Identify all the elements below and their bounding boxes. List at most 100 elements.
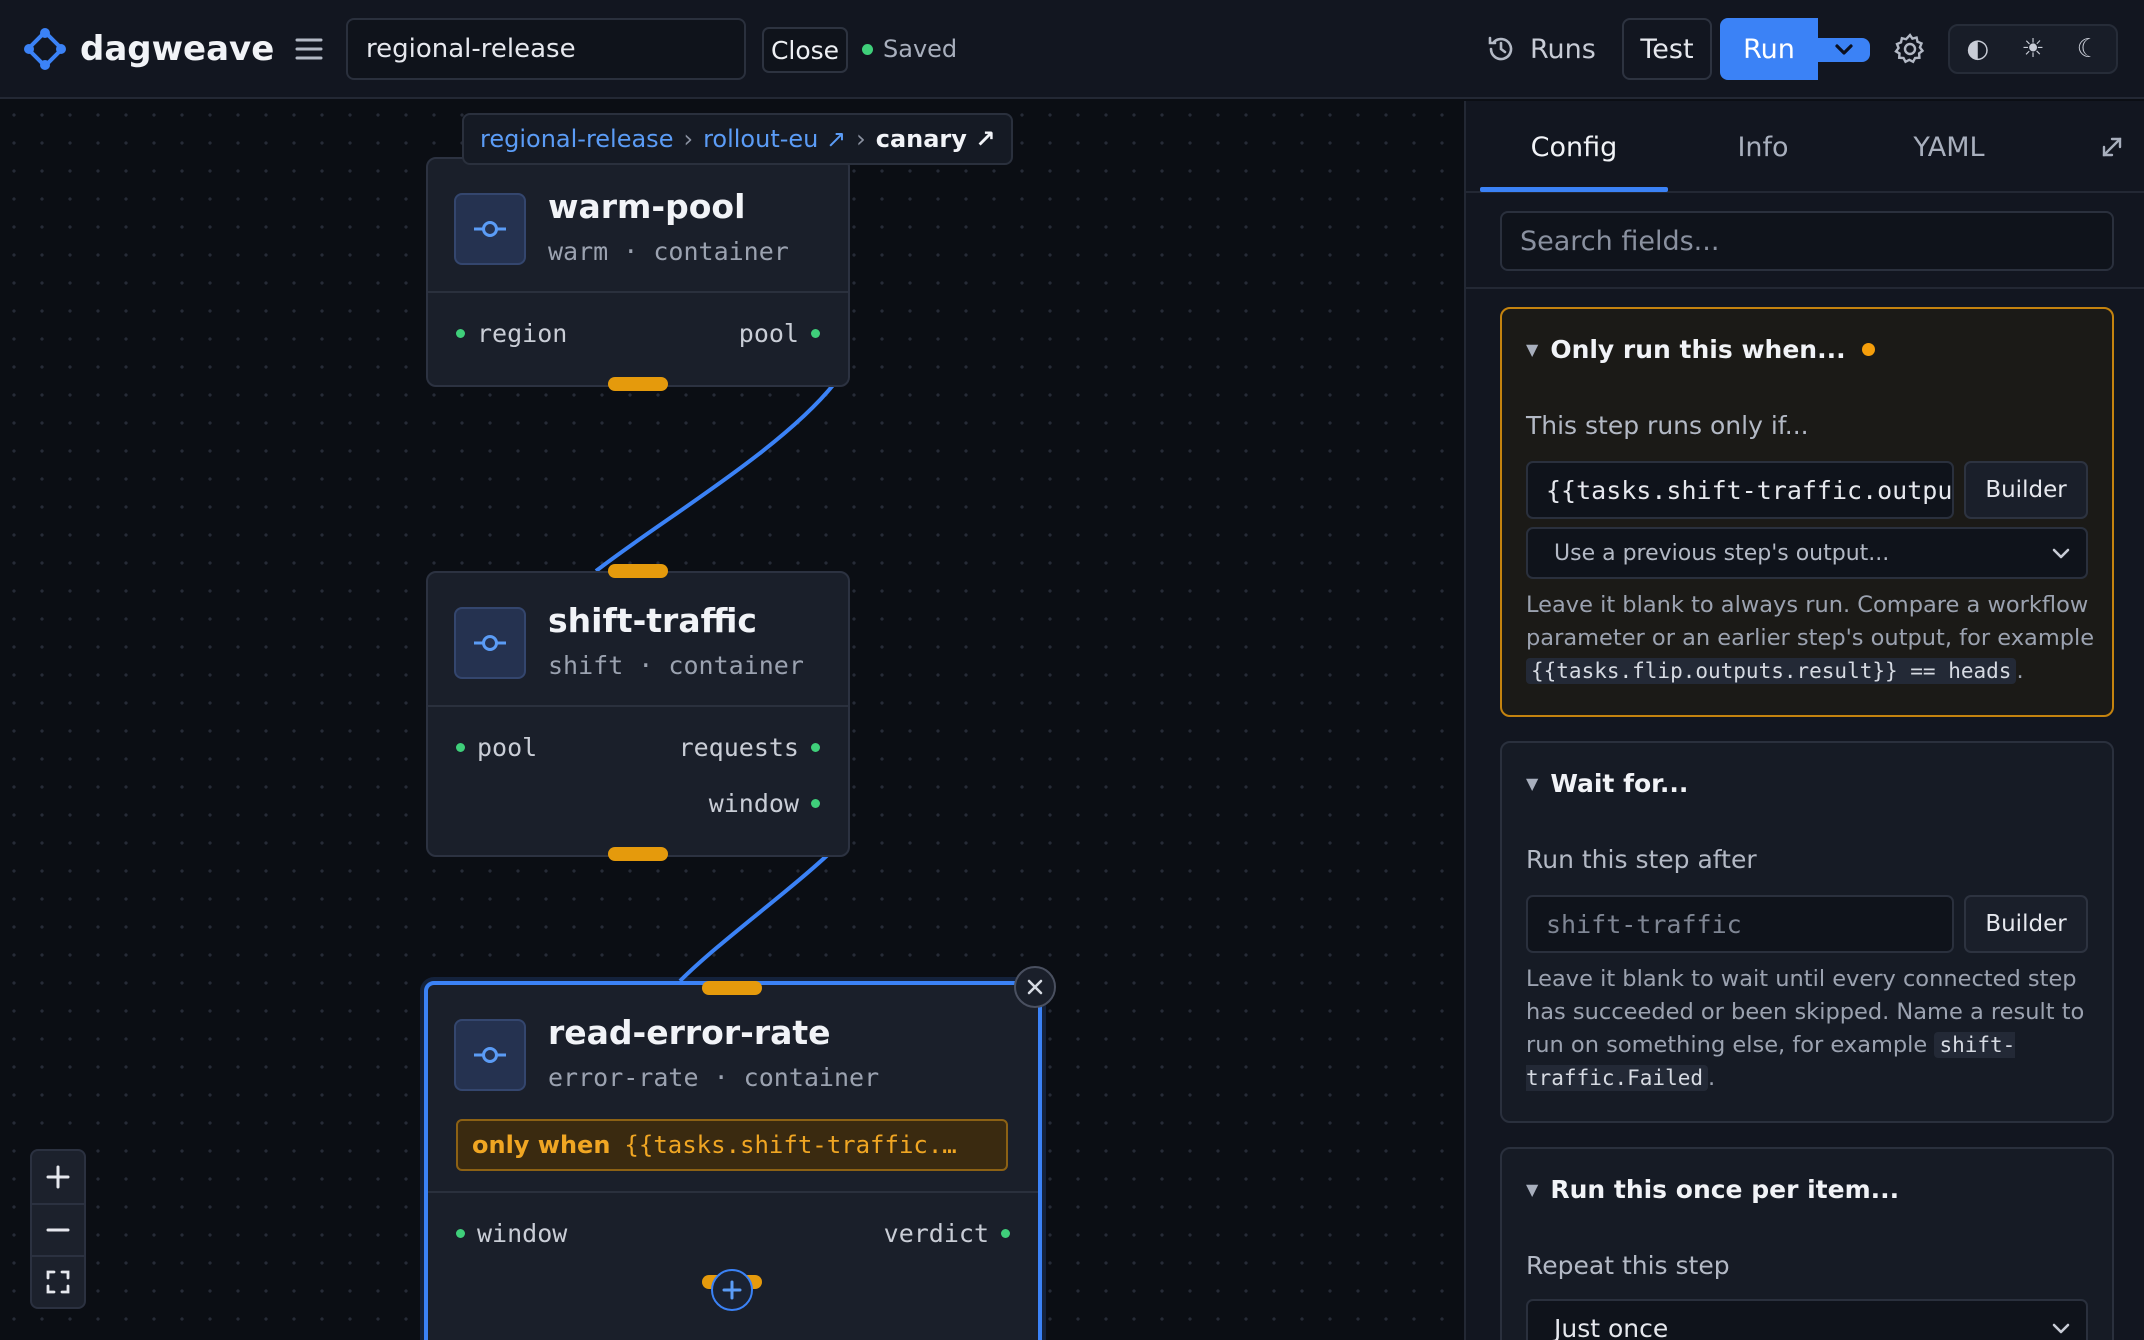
close-icon[interactable] [1014,966,1056,1008]
tab-yaml[interactable]: YAML [1866,101,2032,193]
breadcrumb-current[interactable]: canary ↗ [876,125,996,153]
input-handle[interactable] [702,981,762,995]
theme-light-icon[interactable]: ☀ [2009,34,2057,64]
output-port[interactable]: window [709,789,820,818]
help-code: {{tasks.flip.outputs.result}} == heads [1526,658,2017,684]
output-port[interactable]: pool [739,319,820,348]
select-placeholder: Use a previous step's output... [1554,540,1890,566]
brand-name[interactable]: dagweave [80,22,274,76]
repeat-select[interactable]: Just once [1526,1299,2088,1340]
chevron-down-icon [1835,44,1853,55]
output-port[interactable]: verdict [884,1219,1010,1248]
node-warm-pool[interactable]: warm-pool warm · container region pool [426,157,850,387]
port-dot-icon [811,329,820,338]
port-dot-icon [456,1229,465,1238]
chevron-down-icon [2052,548,2070,559]
close-button[interactable]: Close [762,27,848,73]
output-handle[interactable] [608,847,668,861]
node-header: warm-pool warm · container [428,159,848,293]
input-port[interactable]: window [456,1219,567,1248]
workflow-canvas[interactable]: regional-release › rollout-eu ↗ › canary… [0,101,1464,1340]
test-button[interactable]: Test [1622,18,1712,80]
node-title: shift-traffic [548,601,757,640]
port-label: requests [678,733,799,762]
search-fields-input[interactable] [1500,211,2114,271]
section-title: Only run this when... [1550,335,1846,364]
dagweave-logo-icon[interactable] [24,28,66,70]
warning-dot-icon [1861,343,1875,356]
port-label: window [477,1219,568,1248]
tab-info[interactable]: Info [1680,101,1846,193]
gear-icon[interactable] [1890,28,1930,70]
input-port[interactable]: pool [456,733,537,762]
loop-field-label: Repeat this step [1526,1251,1730,1280]
run-button[interactable]: Run [1720,18,1818,80]
wait-section-header[interactable]: ▼ Wait for... [1526,769,1688,798]
node-ports: region pool [428,293,848,385]
wait-field-label: Run this step after [1526,845,1757,874]
expand-icon[interactable] [2096,131,2128,163]
run-options-button[interactable] [1818,38,1870,62]
node-subtitle: shift · container [548,651,804,680]
field-search-row [1466,193,2144,289]
tab-config[interactable]: Config [1480,101,1668,193]
select-value: Just once [1554,1313,1669,1340]
section-title: Run this once per item... [1550,1175,1900,1204]
wait-for-input[interactable]: shift-traffic [1526,895,1954,953]
commit-node-icon [454,607,526,679]
theme-dark-icon[interactable]: ☾ [2064,34,2112,64]
help-text: Leave it blank to always run. Compare a … [1526,592,2095,651]
runs-button[interactable]: Runs [1486,24,1596,74]
breadcrumb-root[interactable]: regional-release [480,125,673,153]
breadcrumb-rollout-eu[interactable]: rollout-eu ↗ [703,125,846,153]
plus-icon [46,1165,70,1189]
output-handle[interactable] [608,377,668,391]
when-section-header[interactable]: ▼ Only run this when... [1526,335,1875,364]
collapse-triangle-icon: ▼ [1526,340,1539,359]
previous-output-select[interactable]: Use a previous step's output... [1526,527,2088,579]
hamburger-icon[interactable] [290,28,328,70]
loop-section-header[interactable]: ▼ Run this once per item... [1526,1175,1899,1204]
port-dot-icon [1001,1229,1010,1238]
port-dot-icon [456,329,465,338]
wait-help-text: Leave it blank to wait until every conne… [1526,963,2096,1095]
top-bar: dagweave regional-release Close Saved Ru… [0,0,2144,99]
zoom-controls [30,1149,86,1309]
when-field-label: This step runs only if... [1526,411,1809,440]
input-handle[interactable] [608,564,668,578]
wait-section: ▼ Wait for... Run this step after shift-… [1500,741,2114,1123]
theme-auto-icon[interactable]: ◐ [1954,34,2002,64]
inspector-panel: Config Info YAML ▼ Only run this when...… [1464,101,2144,1340]
edge-warm-pool-shift-traffic [594,382,836,573]
wait-builder-button[interactable]: Builder [1964,895,2088,953]
save-status-label: Saved [883,35,958,63]
input-port[interactable]: region [456,319,567,348]
save-status: Saved [862,28,957,70]
node-subtitle: warm · container [548,237,789,266]
when-builder-button[interactable]: Builder [1964,461,2088,519]
fit-view-button[interactable] [32,1255,84,1307]
node-header: read-error-rate error-rate · container o… [428,985,1038,1193]
help-text: . [2016,658,2024,684]
theme-switcher: ◐ ☀ ☾ [1948,24,2118,74]
inspector-tabs: Config Info YAML [1466,101,2144,193]
condition-value: {{tasks.shift-traffic.… [624,1131,957,1159]
port-dot-icon [811,743,820,752]
port-label: pool [477,733,538,762]
zoom-in-button[interactable] [32,1151,84,1203]
workflow-name-input[interactable]: regional-release [346,18,746,80]
when-expression-input[interactable]: {{tasks.shift-traffic.outpu [1526,461,1954,519]
port-label: window [708,789,799,818]
commit-node-icon [454,193,526,265]
port-dot-icon [811,799,820,808]
node-title: warm-pool [548,187,746,226]
node-subtitle: error-rate · container [548,1063,880,1092]
output-port[interactable]: requests [679,733,820,762]
plus-icon[interactable] [711,1269,753,1311]
zoom-out-button[interactable] [32,1203,84,1255]
active-tab-indicator [1480,187,1668,192]
node-shift-traffic[interactable]: shift-traffic shift · container pool req… [426,571,850,857]
port-label: region [477,319,568,348]
breadcrumb-separator: › [856,125,866,153]
condition-badge[interactable]: only when {{tasks.shift-traffic.… [456,1119,1008,1171]
